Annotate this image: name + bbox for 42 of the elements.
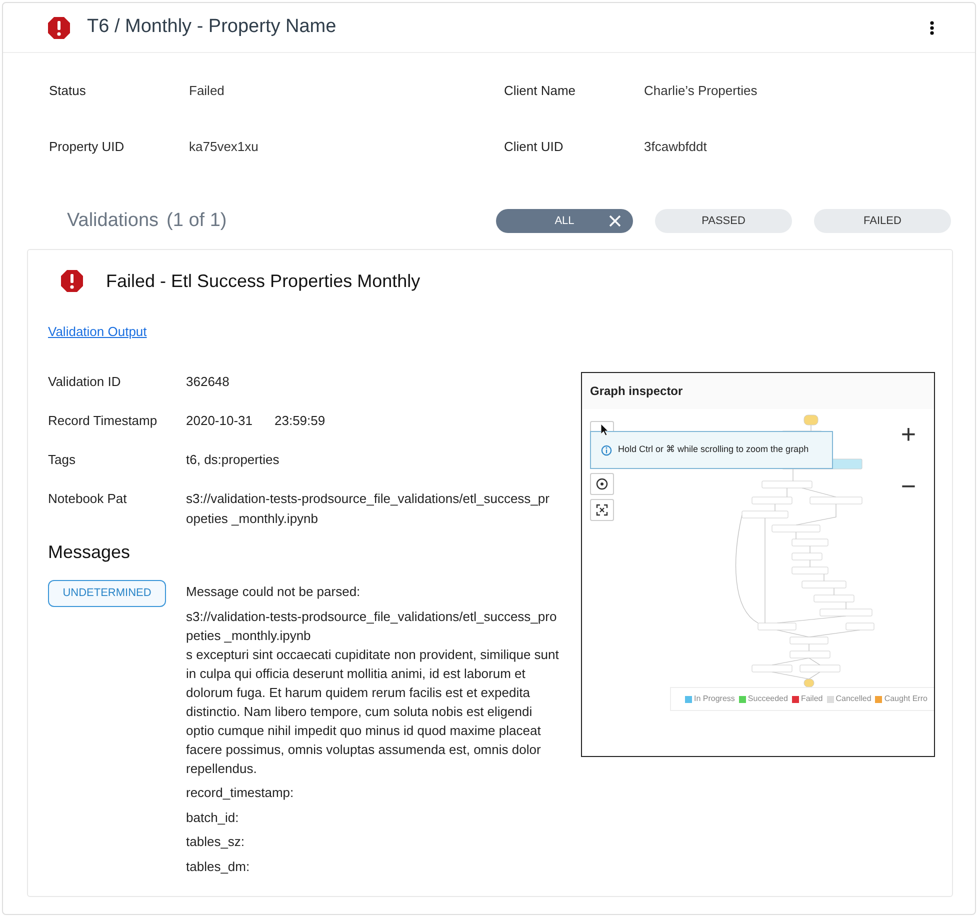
legend-label: In Progress (694, 693, 735, 705)
field-label: Property UID (49, 138, 126, 156)
field-label: Validation ID (48, 373, 122, 391)
legend-label: Caught Erro (884, 693, 928, 705)
field-label: batch_id: (186, 808, 240, 827)
field-value: ka75vex1xu (189, 138, 258, 156)
field-value: 2020-10-31 (186, 412, 252, 430)
field-label: Client Name (504, 82, 577, 100)
filter-button[interactable]: PASSED (655, 209, 792, 233)
legend-label: Succeeded (748, 693, 788, 705)
validation-count: (1 of 1) (166, 208, 227, 233)
filter-button[interactable]: FAILED (814, 209, 951, 233)
zoom-in-button[interactable]: + (900, 421, 916, 447)
field-value: t6, ds:properties (186, 451, 280, 469)
legend-label: Failed (800, 693, 823, 705)
field-value: s3://validation-tests-prodsource_file_validations/etl_success_propeties _monthly.ipynb (186, 490, 550, 528)
messages-heading: Messages (48, 541, 132, 564)
legend-label: Cancelled (836, 693, 872, 705)
section-title: Validations (67, 208, 159, 233)
validation-output-link[interactable]: Validation Output (48, 324, 147, 339)
field-label: Tags (48, 451, 76, 469)
status-tag: UNDETERMINED (48, 580, 166, 606)
result-title: Failed - Etl Success Properties Monthly (106, 270, 420, 293)
field-label: tables_sz: (186, 833, 246, 851)
field-value: 23:59:59 (274, 412, 326, 430)
field-value: 3fcawbfddt (644, 138, 707, 156)
field-label: tables_dm: (186, 858, 251, 876)
filter-button[interactable]: ALL (496, 209, 633, 233)
zoom-out-button[interactable]: − (900, 473, 916, 499)
field-value: 362648 (186, 373, 230, 391)
field-label: Record Timestamp (48, 412, 158, 430)
page-title: T6 / Monthly - Property Name (87, 15, 338, 40)
hint-text: Hold Ctrl or ⌘ while scrolling to zoom the graph (618, 443, 809, 456)
field-label: Status (49, 82, 87, 100)
message-body: s excepturi sint occaecati cupiditate non provident, similique sunt in culpa qui officia deserunt mollitia animi, id est laborum et dolorum fuga. Et harum quidem rerum facilis est et expedita distinctio. Nam libero tempore, cum soluta nobis est eligendi optio cumque nihil impedit quo minus id quod maxime placeat facere possimus, omnis voluptas assumenda est, omnis dolor repellendus. (186, 646, 560, 778)
message-title: Message could not be parsed: (186, 583, 362, 601)
field-label: Client UID (504, 138, 564, 156)
field-value: Failed (189, 82, 224, 100)
field-value: Charlie’s Properties (644, 82, 758, 100)
field-label: record_timestamp: (186, 784, 295, 802)
field-label: Notebook Pat (48, 490, 128, 508)
panel-title: Graph inspector (582, 373, 934, 409)
